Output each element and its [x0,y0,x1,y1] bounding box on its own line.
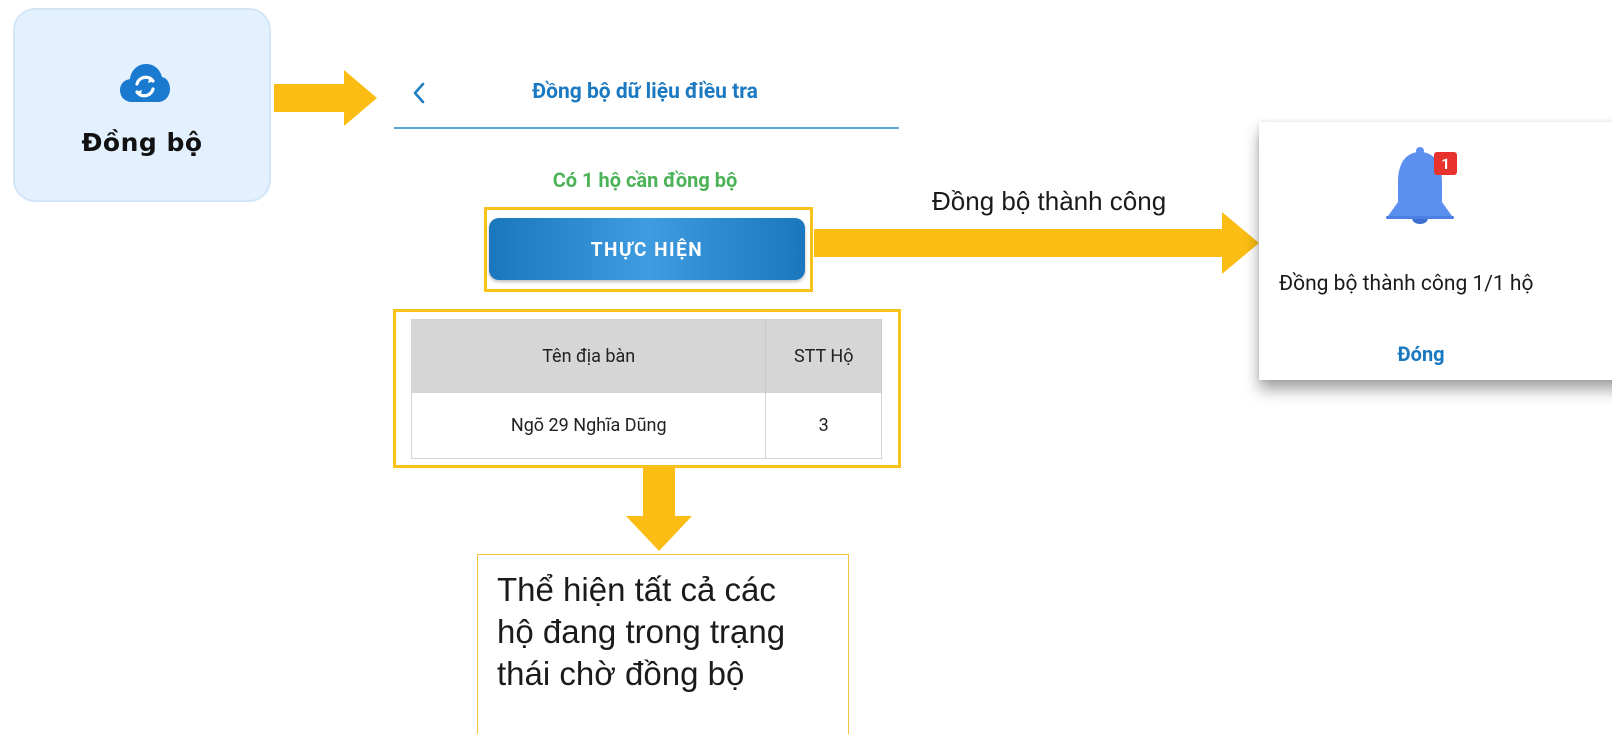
note-box: Thể hiện tất cả các hộ đang trong trạng … [477,554,849,734]
column-header-area-name: Tên địa bàn [411,319,767,393]
table-cell-area-name: Ngõ 29 Nghĩa Dũng [411,392,767,459]
chevron-left-icon [413,82,425,104]
close-button[interactable]: Đóng [1259,342,1583,366]
pending-households-table: Tên địa bàn STT Hộ Ngõ 29 Nghĩa Dũng 3 [411,319,882,459]
screen-title: Đồng bộ dữ liệu điều tra [532,80,758,104]
dialog-message: Đồng bộ thành công 1/1 hộ [1279,272,1534,296]
sync-tile[interactable]: Đồng bộ [13,8,271,202]
note-line: Thể hiện tất cả các [497,571,776,608]
success-caption: Đồng bộ thành công [932,186,1167,216]
back-button[interactable] [411,78,437,108]
pending-count-message: Có 1 hộ cần đồng bộ [552,168,738,192]
sync-tile-label: Đồng bộ [81,128,203,157]
notification-badge: 1 [1434,152,1457,175]
note-line: thái chờ đồng bộ [497,655,745,692]
table-cell-household-no: 3 [765,392,882,459]
header-divider [394,127,899,129]
table-row[interactable]: Ngõ 29 Nghĩa Dũng 3 [411,392,882,459]
success-dialog: 1 Đồng bộ thành công 1/1 hộ Đóng [1259,122,1612,380]
arrow-down-icon [626,468,692,551]
cloud-sync-icon [120,64,170,102]
note-line: hộ đang trong trạng [497,613,786,650]
arrow-right-icon [814,212,1259,274]
execute-button[interactable]: THỰC HIỆN [489,218,805,280]
column-header-household-no: STT Hộ [765,319,882,393]
table-header-row: Tên địa bàn STT Hộ [411,319,882,393]
arrow-right-icon [274,70,377,126]
